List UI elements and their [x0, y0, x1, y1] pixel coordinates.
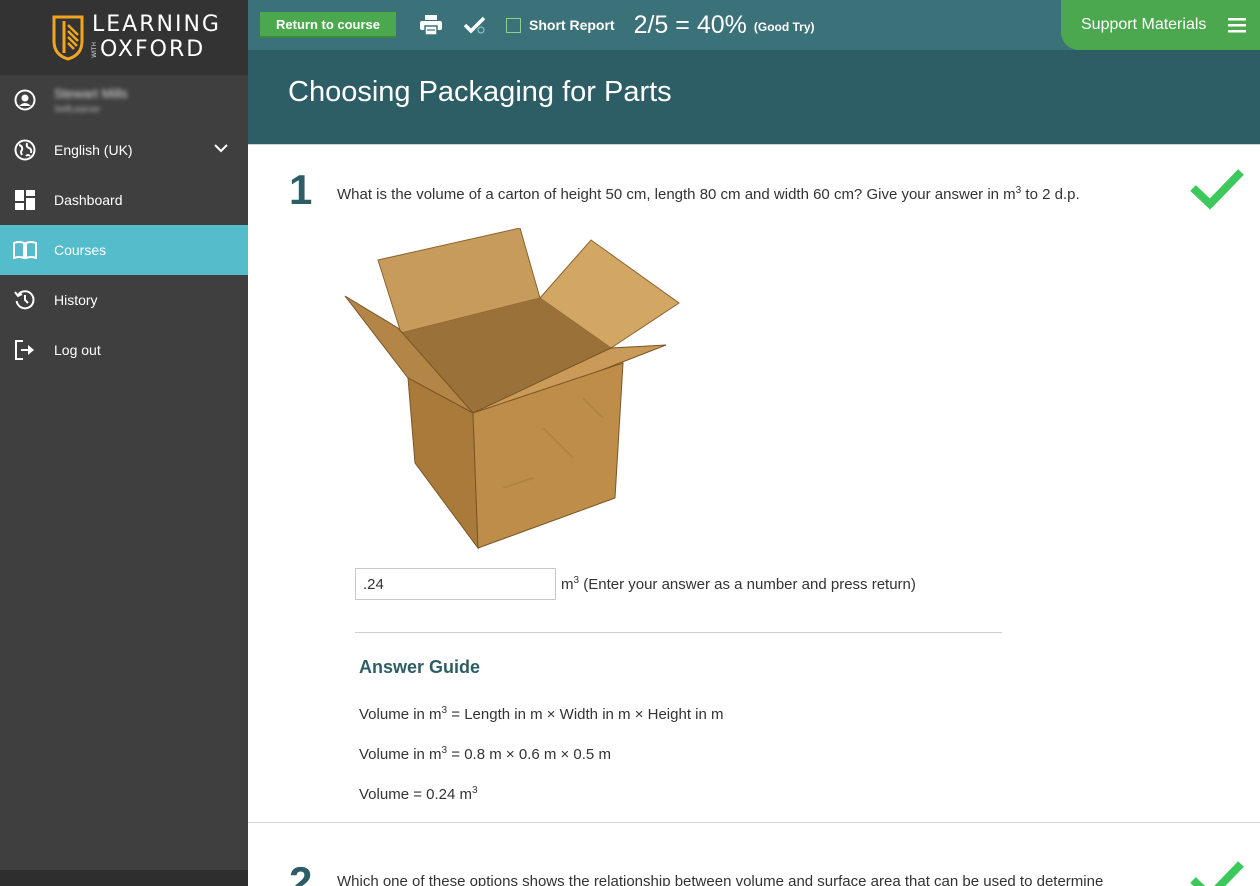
sidebar-item-label: Log out — [54, 342, 101, 358]
user-name: Stewart Mills — [54, 86, 128, 101]
hamburger-menu-icon — [1228, 18, 1246, 33]
return-to-course-button[interactable]: Return to course — [260, 12, 397, 38]
question-text: What is the volume of a carton of height… — [337, 185, 1080, 203]
divider — [355, 632, 1002, 633]
user-subtitle: SelfLearner — [54, 104, 101, 114]
logout-icon — [0, 340, 54, 360]
short-report-checkbox[interactable] — [506, 17, 522, 33]
language-selector[interactable]: English (UK) — [0, 125, 248, 175]
check-answers-icon[interactable] — [464, 16, 486, 34]
correct-tick-icon — [1190, 861, 1244, 886]
short-report-label: Short Report — [529, 17, 615, 33]
sidebar-item-label: History — [54, 292, 98, 308]
guide-text: Volume in m — [359, 746, 442, 763]
user-profile[interactable]: Stewart Mills SelfLearner — [0, 75, 248, 125]
short-report-toggle[interactable]: Short Report — [506, 17, 615, 33]
sidebar-item-label: Courses — [54, 242, 107, 258]
user-icon — [0, 89, 54, 111]
answer-guide-line: Volume in m3 = 0.8 m × 0.6 m × 0.5 m — [359, 745, 611, 763]
correct-tick-icon — [1190, 169, 1244, 210]
guide-sup: 3 — [471, 785, 478, 796]
history-icon — [0, 289, 54, 311]
support-materials-button[interactable]: Support Materials — [1061, 0, 1260, 50]
top-toolbar: Return to course Short Report 2/5 = 40% … — [248, 0, 1260, 50]
question-separator — [248, 822, 1260, 823]
answer-hint-text: (Enter your answer as a number and press… — [579, 576, 916, 593]
question-text: Which one of these options shows the rel… — [337, 873, 1104, 886]
answer-guide-title: Answer Guide — [359, 657, 481, 677]
sidebar-item-history[interactable]: History — [0, 275, 248, 325]
sidebar-item-courses[interactable]: Courses — [0, 225, 248, 275]
sidebar-item-logout[interactable]: Log out — [0, 325, 248, 375]
chevron-down-icon — [214, 144, 228, 153]
question-number: 1 — [289, 166, 313, 213]
globe-icon — [0, 139, 54, 161]
answer-guide-line: Volume = 0.24 m3 — [359, 785, 478, 803]
answer-input[interactable] — [355, 568, 556, 600]
title-band: Choosing Packaging for Parts — [248, 50, 1260, 145]
score-display: 2/5 = 40% — [633, 10, 747, 39]
dashboard-icon — [0, 190, 54, 210]
guide-text: = Length in m × Width in m × Height in m — [447, 706, 724, 723]
score-note: (Good Try) — [753, 19, 815, 34]
question-text-main: What is the volume of a carton of height… — [337, 186, 1016, 203]
sidebar-item-dashboard[interactable]: Dashboard — [0, 175, 248, 225]
logo[interactable]: LEARNING WITH OXFORD — [0, 0, 248, 75]
sidebar: LEARNING WITH OXFORD Stewart Mills SelfL… — [0, 0, 248, 886]
answer-guide-line: Volume in m3 = Length in m × Width in m … — [359, 705, 724, 723]
logo-with: WITH — [91, 42, 98, 58]
guide-text: = 0.8 m × 0.6 m × 0.5 m — [447, 746, 611, 763]
language-label: English (UK) — [54, 142, 133, 158]
answer-hint: m3 (Enter your answer as a number and pr… — [561, 575, 916, 593]
main-content: 1 What is the volume of a carton of heig… — [248, 146, 1260, 886]
sidebar-item-label: Dashboard — [54, 192, 123, 208]
logo-line2: OXFORD — [100, 37, 206, 62]
question-text-tail: to 2 d.p. — [1021, 186, 1080, 203]
support-materials-label: Support Materials — [1081, 16, 1207, 33]
print-icon[interactable] — [420, 15, 443, 35]
logo-line1: LEARNING — [92, 12, 221, 37]
guide-text: Volume = 0.24 m — [359, 786, 472, 803]
answer-unit: m — [561, 576, 574, 593]
guide-text: Volume in m — [359, 706, 442, 723]
cardboard-box-image — [344, 228, 680, 550]
sidebar-footer — [0, 870, 248, 886]
shield-logo-icon — [52, 15, 84, 61]
question-number: 2 — [289, 858, 313, 886]
page-title: Choosing Packaging for Parts — [288, 76, 672, 108]
book-icon — [0, 241, 54, 259]
